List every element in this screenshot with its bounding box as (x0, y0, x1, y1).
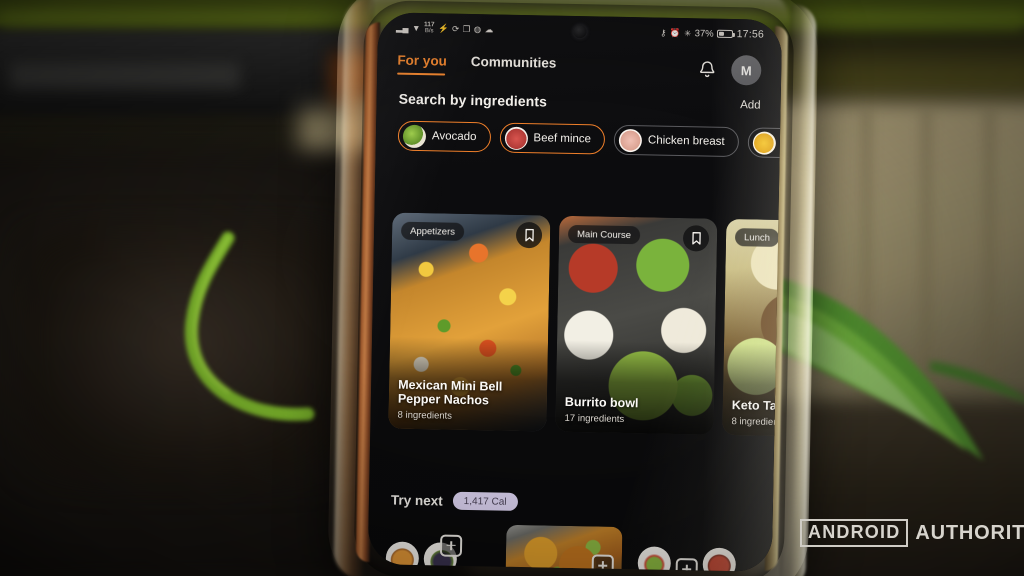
wifi-icon: ▼ (411, 22, 421, 33)
background-monitor-highlight (10, 62, 240, 88)
network-speed: 117 B/s (424, 20, 435, 35)
ingredient-chip-avocado[interactable]: Avocado (397, 120, 491, 153)
signal-icon: ▂▄ (395, 22, 409, 33)
watermark: ANDROID AUTHORITY (800, 519, 1024, 547)
recipe-card-carousel[interactable]: Appetizers Mexican Mini Bell Pepper Nach… (370, 212, 783, 438)
bell-icon[interactable] (697, 59, 717, 79)
try-next-row[interactable] (379, 522, 782, 572)
tab-for-you[interactable]: For you (397, 53, 447, 76)
vpn-key-icon: ⚷ (660, 27, 667, 38)
flash-icon: ⚡ (437, 23, 449, 34)
status-bar-right: ⚷ ⏰ ✳ 37% 17:56 (660, 27, 765, 41)
recipe-title: Burrito bowl (564, 395, 639, 411)
try-next-item-thumbs-right[interactable] (631, 527, 748, 572)
add-to-plan-icon[interactable] (439, 533, 463, 557)
recipe-title: Mexican Mini Bell Pepper Nachos (397, 377, 503, 408)
try-next-item-noodles[interactable] (505, 524, 623, 572)
add-to-plan-icon[interactable] (675, 558, 698, 572)
battery-percent: 37% (694, 27, 714, 40)
category-badge: Appetizers (400, 221, 465, 241)
avocado-thumb-icon (402, 124, 427, 148)
try-next-item-thumbs-left[interactable] (379, 522, 496, 572)
cloud-icon: ☁ (484, 24, 494, 35)
try-next-title: Try next (390, 492, 443, 509)
bookmark-glyph (524, 228, 534, 242)
recipe-card-keto-tacos[interactable]: Lunch Keto Tacos 8 ingredients (722, 218, 783, 437)
ingredient-chip-cheese[interactable]: Cheese (747, 127, 783, 160)
vibrate-icon: ❐ (462, 23, 471, 34)
watermark-authority: AUTHORITY (915, 521, 1024, 544)
recipe-title: Keto Tacos (731, 398, 783, 414)
category-badge: Lunch (734, 228, 780, 247)
plant-leaf-small-icon (930, 361, 1024, 402)
beef-mince-thumb-icon (504, 126, 528, 150)
ingredients-section: Search by ingredients Add Avocado Beef m… (376, 90, 783, 160)
jar-thumb-icon (702, 547, 737, 572)
recipe-card-mexican-mini-bell-pepper-nachos[interactable]: Appetizers Mexican Mini Bell Pepper Nach… (388, 212, 551, 432)
app-tab-bar: For you Communities M (377, 42, 782, 92)
chip-label: Avocado (431, 130, 477, 144)
sync-icon: ⟳ (452, 23, 460, 34)
recipe-card-burrito-bowl[interactable]: Main Course Burrito bowl 17 ingredients (555, 215, 718, 435)
ingredient-chip-beef-mince[interactable]: Beef mince (499, 122, 606, 155)
cheese-thumb-icon (752, 130, 776, 155)
plant-stem-icon (184, 231, 315, 421)
chip-label: Beef mince (533, 132, 592, 146)
clock: 17:56 (736, 28, 765, 41)
watermark-android: ANDROID (800, 519, 909, 547)
category-badge: Main Course (567, 224, 641, 245)
smartphone: ▂▄ ▼ 117 B/s ⚡ ⟳ ❐ ◍ ☁ ⚷ ⏰ ✳ 37% 17:56 F… (327, 0, 819, 576)
bluetooth-icon: ✳ (683, 27, 692, 38)
chicken-breast-thumb-icon (618, 128, 643, 152)
alarm-icon: ⏰ (669, 27, 681, 38)
bookmark-glyph (691, 232, 701, 245)
ingredient-chip-chicken-breast[interactable]: Chicken breast (613, 124, 739, 158)
salad-thumb-icon (637, 545, 672, 572)
chip-label: Chicken breast (647, 134, 725, 148)
phone-screen: ▂▄ ▼ 117 B/s ⚡ ⟳ ❐ ◍ ☁ ⚷ ⏰ ✳ 37% 17:56 F… (367, 12, 783, 572)
add-ingredient-button[interactable]: Add (740, 99, 761, 113)
try-next-header: Try next 1,417 Cal (391, 491, 518, 511)
globe-icon: ◍ (473, 23, 482, 34)
battery-icon (717, 29, 734, 39)
recipe-card-text: Mexican Mini Bell Pepper Nachos 8 ingred… (397, 377, 540, 423)
ingredients-title: Search by ingredients (398, 90, 548, 110)
tab-bar-spacer (580, 67, 697, 69)
calorie-badge: 1,417 Cal (452, 491, 518, 511)
recipe-card-text: Burrito bowl 17 ingredients (564, 395, 707, 426)
ingredient-chip-list: Avocado Beef mince Chicken breast Cheese (376, 106, 783, 160)
tab-communities[interactable]: Communities (471, 54, 557, 78)
avatar[interactable]: M (730, 55, 762, 86)
photo-scene: ▂▄ ▼ 117 B/s ⚡ ⟳ ❐ ◍ ☁ ⚷ ⏰ ✳ 37% 17:56 F… (0, 0, 1024, 576)
status-bar-left: ▂▄ ▼ 117 B/s ⚡ ⟳ ❐ ◍ ☁ (396, 21, 493, 35)
